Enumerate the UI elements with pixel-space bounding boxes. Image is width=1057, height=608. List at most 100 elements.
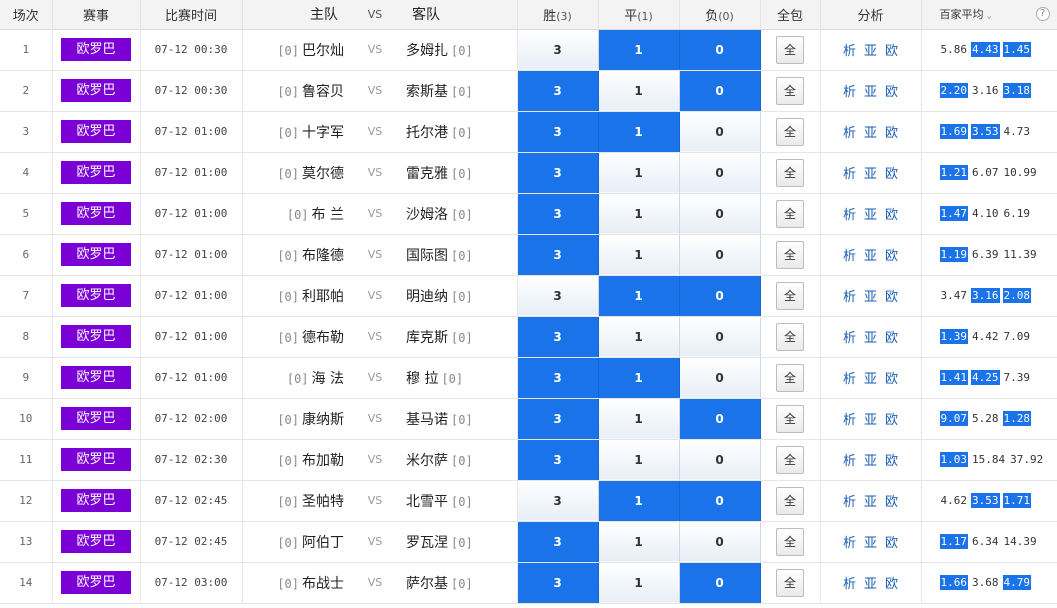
league-badge[interactable]: 欧罗巴 (61, 325, 131, 348)
euro-odds-link[interactable]: 欧 (885, 85, 898, 100)
analysis-link[interactable]: 析 (843, 536, 856, 551)
pick-draw[interactable]: 1 (598, 357, 680, 399)
pick-draw[interactable]: 1 (598, 480, 680, 522)
pick-draw[interactable]: 1 (598, 29, 680, 71)
league-badge[interactable]: 欧罗巴 (61, 120, 131, 143)
euro-odds-link[interactable]: 欧 (885, 167, 898, 182)
analysis-link[interactable]: 析 (843, 413, 856, 428)
pick-win[interactable]: 3 (517, 111, 599, 153)
euro-odds-link[interactable]: 欧 (885, 577, 898, 592)
select-all-button[interactable]: 全 (776, 199, 804, 228)
pick-loss[interactable]: 0 (679, 316, 761, 358)
select-all-button[interactable]: 全 (776, 486, 804, 515)
select-all-button[interactable]: 全 (776, 76, 804, 105)
pick-draw[interactable]: 1 (598, 70, 680, 112)
pick-draw[interactable]: 1 (598, 193, 680, 235)
pick-loss[interactable]: 0 (679, 480, 761, 522)
away-team[interactable]: 托尔港 (406, 125, 448, 141)
pick-draw[interactable]: 1 (598, 152, 680, 194)
asian-odds-link[interactable]: 亚 (864, 331, 877, 346)
pick-win[interactable]: 3 (517, 275, 599, 317)
select-all-button[interactable]: 全 (776, 445, 804, 474)
select-all-button[interactable]: 全 (776, 527, 804, 556)
league-badge[interactable]: 欧罗巴 (61, 571, 131, 594)
away-team[interactable]: 库克斯 (406, 330, 448, 346)
home-team[interactable]: 布 兰 (312, 207, 344, 223)
home-team[interactable]: 布战士 (302, 576, 344, 592)
pick-win[interactable]: 3 (517, 193, 599, 235)
analysis-link[interactable]: 析 (843, 495, 856, 510)
home-team[interactable]: 阿伯丁 (302, 535, 344, 551)
pick-win[interactable]: 3 (517, 316, 599, 358)
pick-draw[interactable]: 1 (598, 439, 680, 481)
pick-loss[interactable]: 0 (679, 562, 761, 604)
select-all-button[interactable]: 全 (776, 322, 804, 351)
pick-win[interactable]: 3 (517, 480, 599, 522)
euro-odds-link[interactable]: 欧 (885, 44, 898, 59)
away-team[interactable]: 多姆扎 (406, 43, 448, 59)
asian-odds-link[interactable]: 亚 (864, 536, 877, 551)
pick-win[interactable]: 3 (517, 152, 599, 194)
home-team[interactable]: 莫尔德 (302, 166, 344, 182)
away-team[interactable]: 米尔萨 (406, 453, 448, 469)
euro-odds-link[interactable]: 欧 (885, 208, 898, 223)
away-team[interactable]: 基马诺 (406, 412, 448, 428)
pick-win[interactable]: 3 (517, 562, 599, 604)
pick-loss[interactable]: 0 (679, 234, 761, 276)
analysis-link[interactable]: 析 (843, 85, 856, 100)
away-team[interactable]: 沙姆洛 (406, 207, 448, 223)
asian-odds-link[interactable]: 亚 (864, 413, 877, 428)
league-badge[interactable]: 欧罗巴 (61, 161, 131, 184)
asian-odds-link[interactable]: 亚 (864, 167, 877, 182)
header-avg[interactable]: 百家平均 ⌄? (921, 0, 1057, 30)
analysis-link[interactable]: 析 (843, 208, 856, 223)
pick-win[interactable]: 3 (517, 70, 599, 112)
asian-odds-link[interactable]: 亚 (864, 454, 877, 469)
league-badge[interactable]: 欧罗巴 (61, 284, 131, 307)
away-team[interactable]: 雷克雅 (406, 166, 448, 182)
home-team[interactable]: 布隆德 (302, 248, 344, 264)
asian-odds-link[interactable]: 亚 (864, 372, 877, 387)
euro-odds-link[interactable]: 欧 (885, 290, 898, 305)
away-team[interactable]: 穆 拉 (406, 371, 438, 387)
league-badge[interactable]: 欧罗巴 (61, 530, 131, 553)
away-team[interactable]: 明迪纳 (406, 289, 448, 305)
euro-odds-link[interactable]: 欧 (885, 249, 898, 264)
select-all-button[interactable]: 全 (776, 240, 804, 269)
away-team[interactable]: 罗瓦涅 (406, 535, 448, 551)
select-all-button[interactable]: 全 (776, 404, 804, 433)
pick-loss[interactable]: 0 (679, 357, 761, 399)
pick-draw[interactable]: 1 (598, 521, 680, 563)
home-team[interactable]: 德布勒 (302, 330, 344, 346)
pick-draw[interactable]: 1 (598, 111, 680, 153)
euro-odds-link[interactable]: 欧 (885, 413, 898, 428)
pick-draw[interactable]: 1 (598, 234, 680, 276)
pick-loss[interactable]: 0 (679, 70, 761, 112)
asian-odds-link[interactable]: 亚 (864, 85, 877, 100)
pick-loss[interactable]: 0 (679, 111, 761, 153)
league-badge[interactable]: 欧罗巴 (61, 407, 131, 430)
league-badge[interactable]: 欧罗巴 (61, 448, 131, 471)
away-team[interactable]: 国际图 (406, 248, 448, 264)
euro-odds-link[interactable]: 欧 (885, 372, 898, 387)
pick-win[interactable]: 3 (517, 521, 599, 563)
pick-loss[interactable]: 0 (679, 193, 761, 235)
league-badge[interactable]: 欧罗巴 (61, 366, 131, 389)
away-team[interactable]: 北雪平 (406, 494, 448, 510)
analysis-link[interactable]: 析 (843, 126, 856, 141)
analysis-link[interactable]: 析 (843, 167, 856, 182)
home-team[interactable]: 康纳斯 (302, 412, 344, 428)
asian-odds-link[interactable]: 亚 (864, 249, 877, 264)
select-all-button[interactable]: 全 (776, 117, 804, 146)
select-all-button[interactable]: 全 (776, 35, 804, 64)
analysis-link[interactable]: 析 (843, 372, 856, 387)
home-team[interactable]: 海 法 (312, 371, 344, 387)
pick-draw[interactable]: 1 (598, 562, 680, 604)
euro-odds-link[interactable]: 欧 (885, 126, 898, 141)
asian-odds-link[interactable]: 亚 (864, 577, 877, 592)
league-badge[interactable]: 欧罗巴 (61, 243, 131, 266)
analysis-link[interactable]: 析 (843, 44, 856, 59)
pick-loss[interactable]: 0 (679, 29, 761, 71)
pick-draw[interactable]: 1 (598, 316, 680, 358)
league-badge[interactable]: 欧罗巴 (61, 489, 131, 512)
